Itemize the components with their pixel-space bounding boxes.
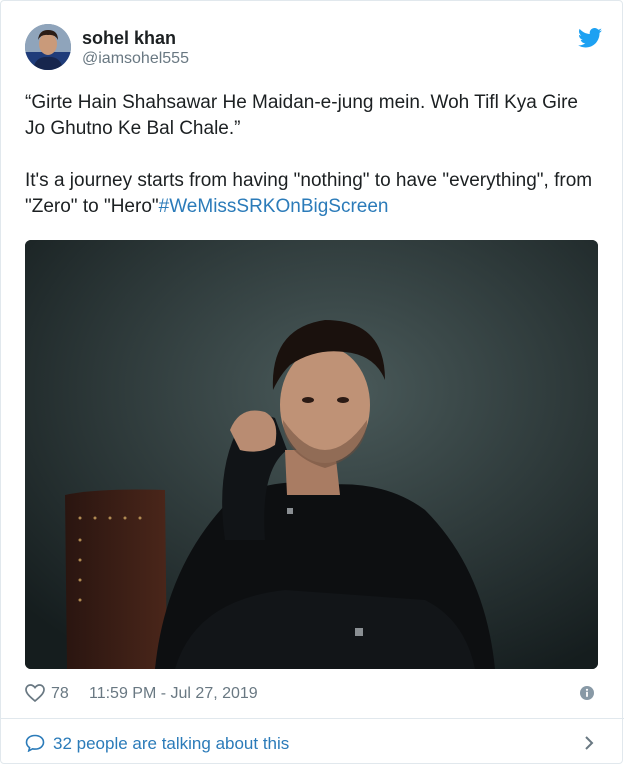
tweet-photo[interactable]	[25, 240, 598, 669]
chevron-right-icon	[585, 736, 594, 750]
author-handle[interactable]: @iamsohel555	[82, 49, 189, 69]
divider	[1, 718, 624, 719]
hashtag-link[interactable]: #WeMissSRKOnBigScreen	[159, 196, 389, 217]
like-count[interactable]: 78	[51, 685, 69, 703]
tweet-timestamp[interactable]: 11:59 PM - Jul 27, 2019	[89, 685, 258, 703]
heart-icon[interactable]	[25, 684, 45, 702]
author-names: sohel khan @iamsohel555	[82, 27, 189, 69]
tweet-meta: 78 11:59 PM - Jul 27, 2019	[25, 683, 598, 707]
tweet-card: sohel khan @iamsohel555 “Girte Hain Shah…	[0, 0, 624, 764]
talking-count-text: 32 people are talking about this	[53, 734, 290, 753]
tweet-text: “Girte Hain Shahsawar He Maidan-e-jung m…	[25, 90, 600, 220]
speech-bubble-icon	[25, 734, 45, 752]
avatar[interactable]	[25, 24, 71, 70]
author-name[interactable]: sohel khan	[82, 27, 189, 49]
tweet-header: sohel khan @iamsohel555	[25, 24, 602, 74]
tweet-paragraph: “Girte Hain Shahsawar He Maidan-e-jung m…	[25, 92, 578, 139]
tweet-paragraph: It's a journey starts from having "nothi…	[25, 168, 600, 220]
twitter-bird-icon[interactable]	[578, 28, 602, 48]
conversation-link[interactable]: 32 people are talking about this	[25, 732, 598, 756]
info-icon[interactable]	[580, 686, 594, 700]
